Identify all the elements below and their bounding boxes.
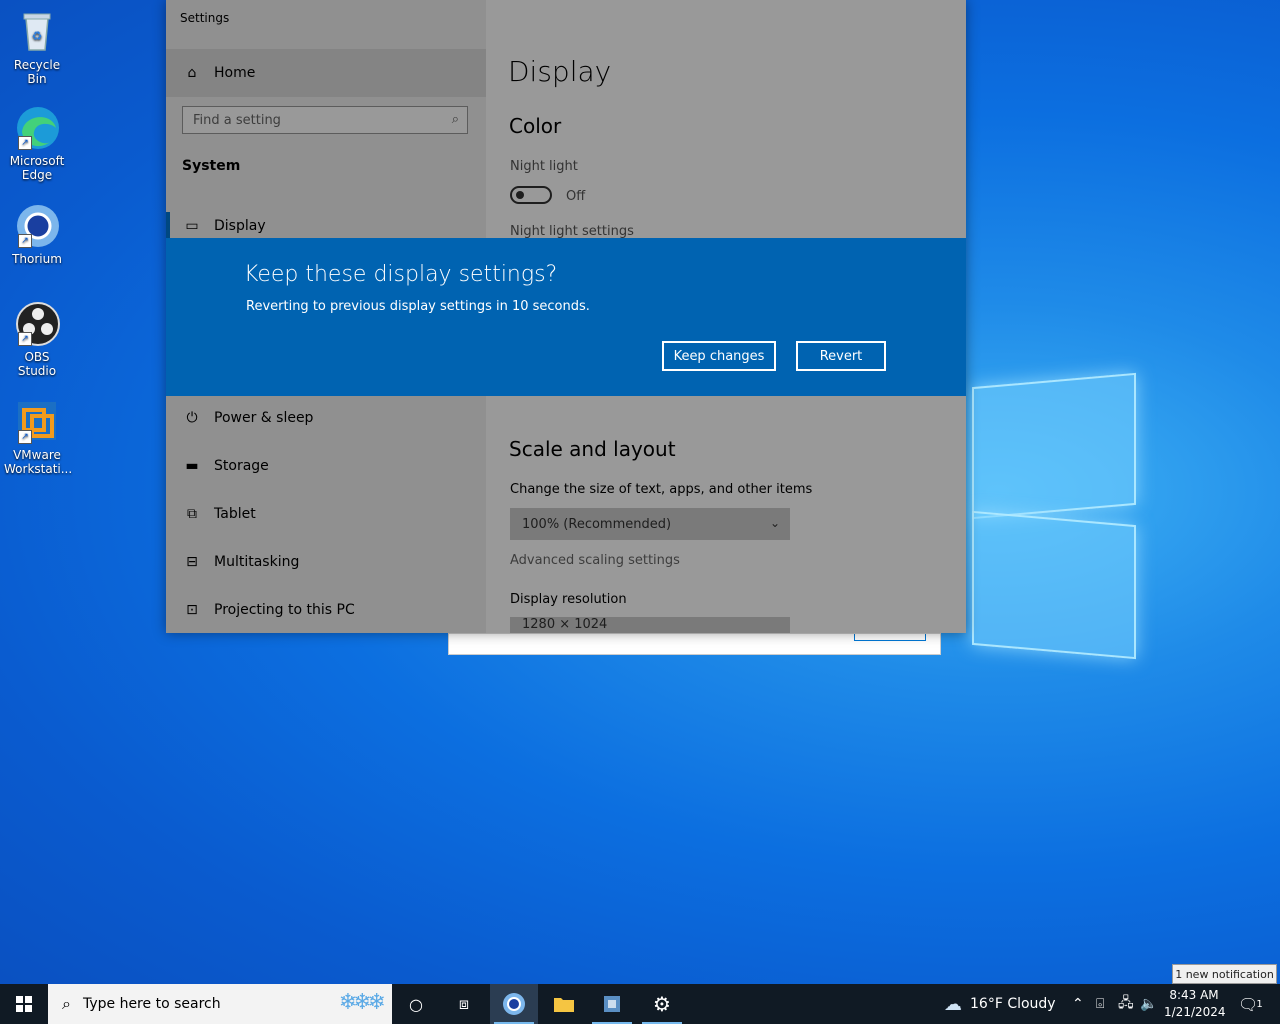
svg-text:♻: ♻ [32, 29, 43, 43]
windows-wallpaper-logo [972, 360, 1136, 664]
action-center-button[interactable]: 🗨 1 [1238, 984, 1263, 1024]
shortcut-arrow-icon: ↗ [18, 136, 32, 150]
windows-start-icon [16, 996, 32, 1012]
folder-icon [554, 998, 574, 1012]
task-view-button[interactable]: ⧈ [440, 984, 488, 1024]
speaker-muted-icon: 🔈 [1140, 996, 1158, 1012]
desktop-icon-vmware[interactable]: ↗ VMware Workstati... [4, 398, 72, 476]
taskbar-settings[interactable]: ⚙ [638, 984, 686, 1024]
gear-icon: ⚙ [653, 992, 671, 1016]
taskbar-clock[interactable]: 8:43 AM 1/21/2024 [1164, 987, 1226, 1021]
tray-meet-icon[interactable]: ⌻ [1096, 984, 1104, 1024]
taskbar-thorium[interactable] [490, 984, 538, 1024]
snowflake-icon: ❄❄❄ [338, 990, 386, 1015]
desktop-icon-obs[interactable]: ↗ OBS Studio [4, 300, 70, 378]
thorium-icon: ↗ [14, 202, 60, 248]
cloud-icon: ☁ [944, 993, 962, 1015]
dialog-heading: Keep these display settings? [244, 262, 558, 287]
keep-changes-button[interactable]: Keep changes [662, 341, 776, 371]
show-hidden-icons[interactable]: ⌃ [1072, 984, 1084, 1024]
cortana-button[interactable]: ○ [392, 984, 440, 1024]
obs-icon: ↗ [14, 300, 60, 346]
vmware-icon: ↗ [14, 398, 60, 444]
recycle-bin-icon: ♻ [14, 8, 60, 54]
taskbar-file-explorer[interactable] [540, 984, 588, 1024]
thorium-icon [503, 993, 525, 1015]
desktop-icon-recycle-bin[interactable]: ♻ Recycle Bin [4, 8, 70, 86]
edge-icon: ↗ [14, 104, 60, 150]
app-icon [604, 996, 620, 1012]
taskbar-search-box[interactable]: ⌕ Type here to search ❄❄❄ [48, 984, 392, 1024]
weather-widget[interactable]: ☁ 16°F Cloudy [944, 984, 1056, 1024]
taskbar: ⌕ Type here to search ❄❄❄ ○ ⧈ ⚙ ☁ 16°F C… [0, 984, 1280, 1024]
task-view-icon: ⧈ [458, 994, 470, 1013]
keep-display-settings-dialog: Keep these display settings? Reverting t… [166, 238, 966, 396]
search-icon: ⌕ [62, 994, 71, 1013]
circle-icon: ○ [409, 994, 423, 1014]
start-button[interactable] [0, 984, 48, 1024]
background-window-button [854, 634, 926, 641]
camera-icon: ⌻ [1096, 996, 1105, 1012]
revert-button[interactable]: Revert [796, 341, 886, 371]
desktop-icon-edge[interactable]: ↗ Microsoft Edge [4, 104, 70, 182]
dialog-message: Reverting to previous display settings i… [246, 299, 590, 314]
shortcut-arrow-icon: ↗ [18, 430, 32, 444]
taskbar-app[interactable] [588, 984, 636, 1024]
notification-toast[interactable]: 1 new notification [1172, 964, 1277, 984]
notification-icon: 🗨 [1238, 994, 1259, 1014]
chevron-up-icon: ⌃ [1072, 996, 1084, 1012]
tray-volume-icon[interactable]: 🔈 [1140, 984, 1157, 1024]
shortcut-arrow-icon: ↗ [18, 234, 32, 248]
desktop-icon-thorium[interactable]: ↗ Thorium [4, 202, 70, 266]
tray-network-icon[interactable]: 🖧 [1118, 984, 1134, 1024]
shortcut-arrow-icon: ↗ [18, 332, 32, 346]
background-window [448, 633, 941, 655]
network-icon: 🖧 [1118, 995, 1134, 1011]
